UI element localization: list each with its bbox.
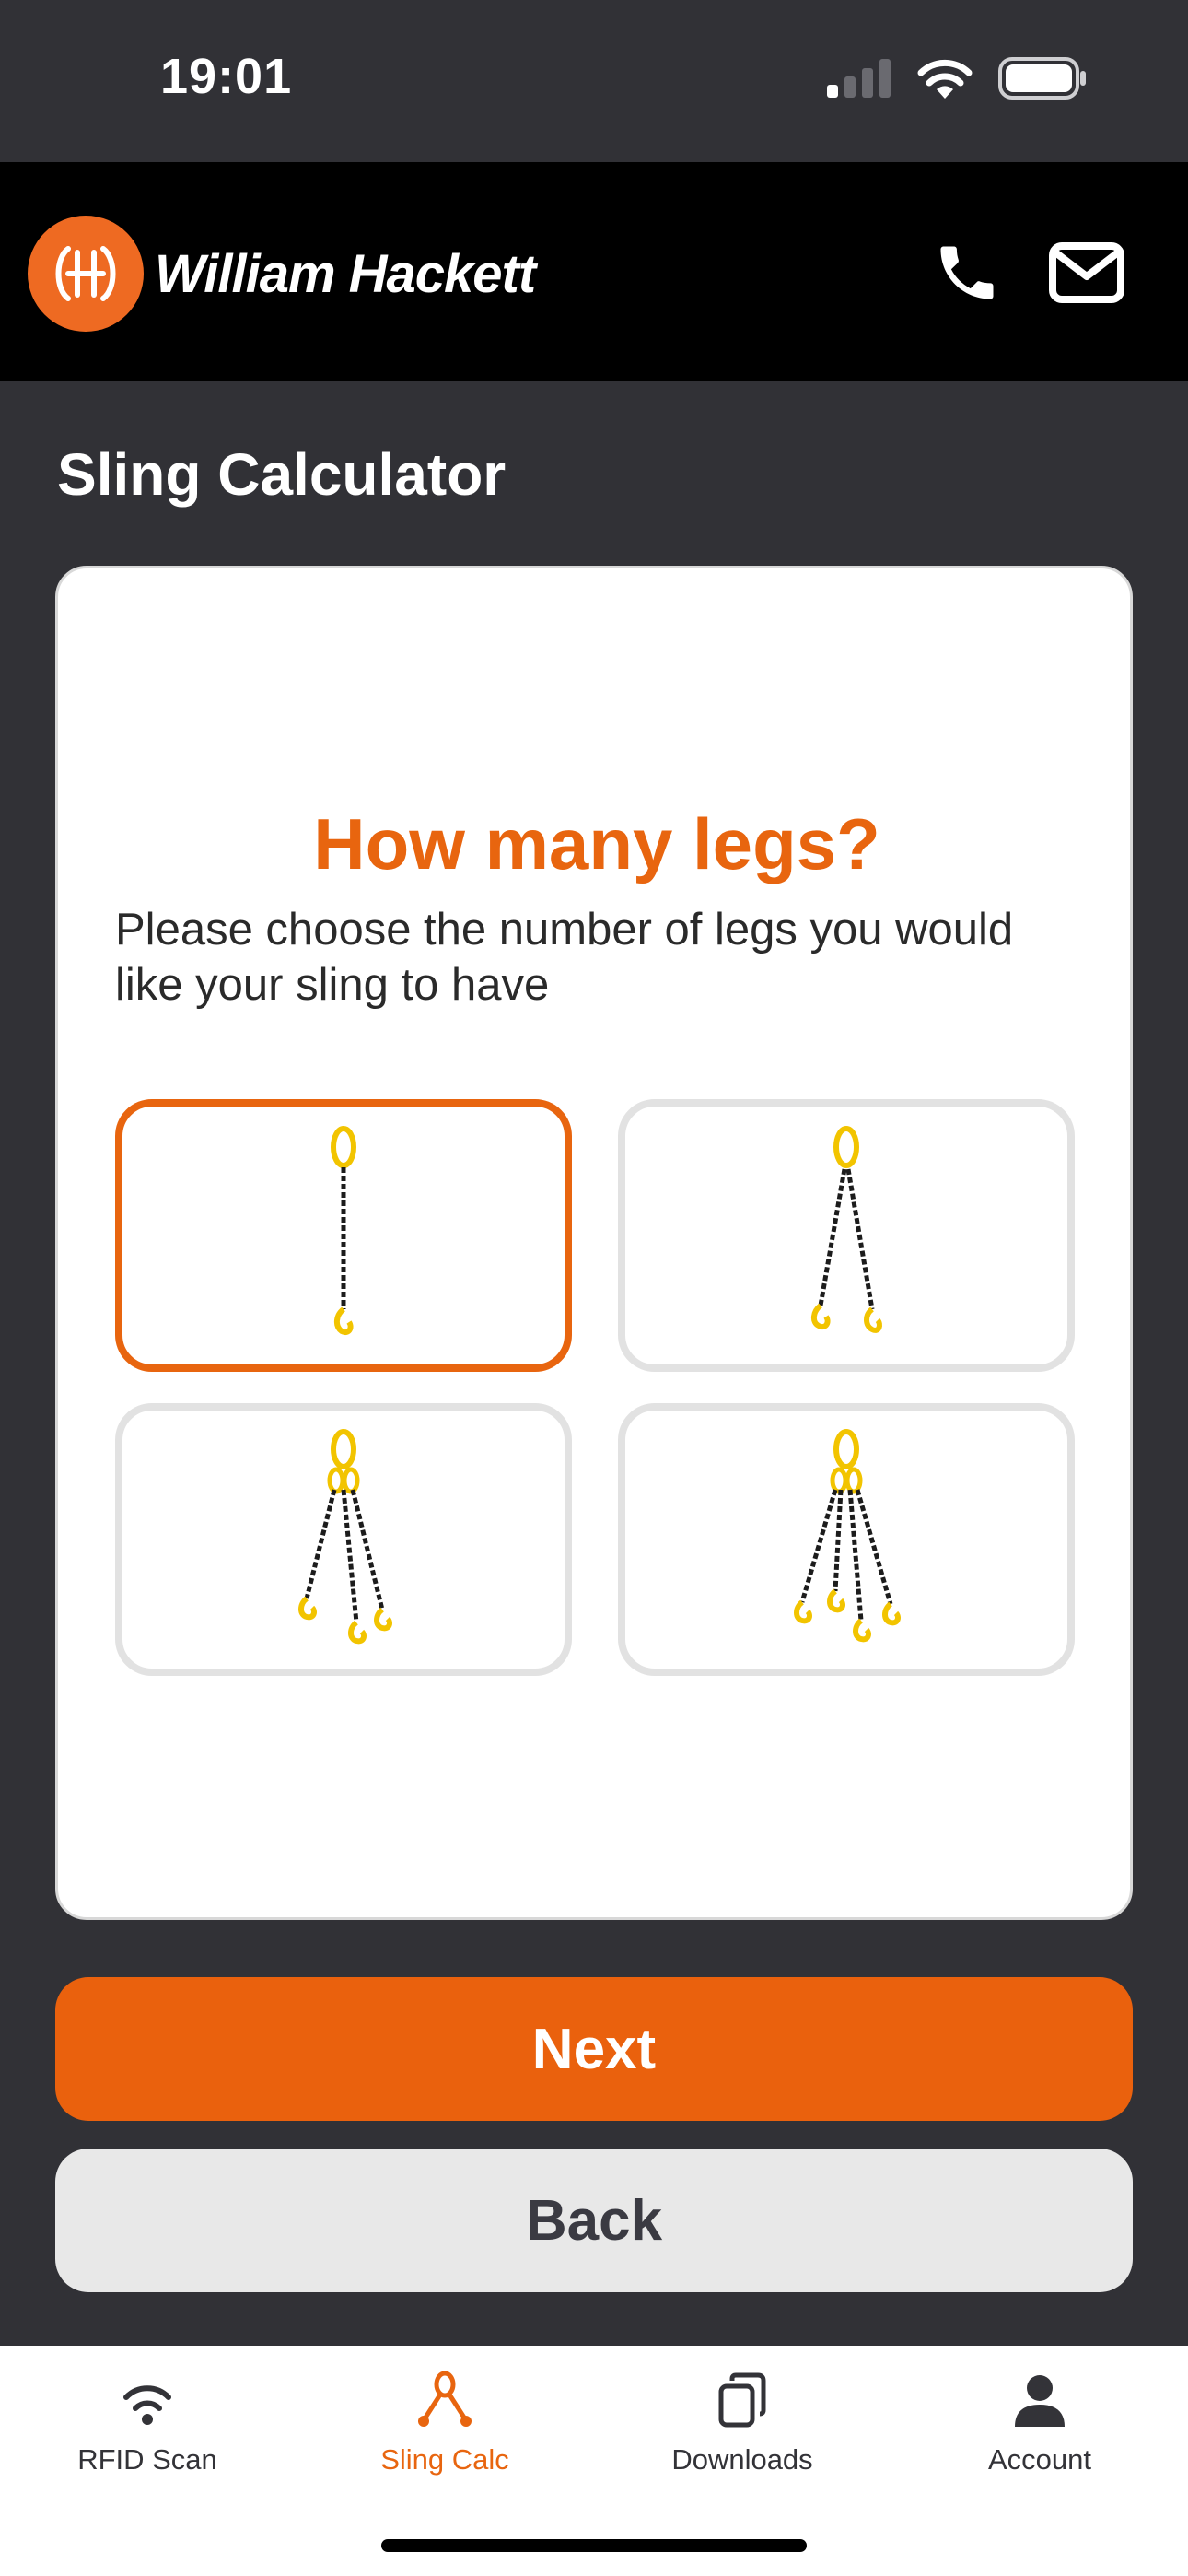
status-bar: 19:01 (0, 0, 1188, 162)
legs-selection-card: How many legs? Please choose the number … (55, 566, 1133, 1920)
tab-sling-calc[interactable]: Sling Calc (325, 2370, 565, 2476)
next-button[interactable]: Next (55, 1977, 1133, 2121)
option-3-legs[interactable] (115, 1403, 572, 1676)
back-button[interactable]: Back (55, 2149, 1133, 2292)
tab-sling-calc-label: Sling Calc (380, 2443, 509, 2476)
signal-icon (827, 59, 891, 98)
status-icons (827, 57, 1087, 100)
option-4-legs[interactable] (618, 1403, 1075, 1676)
tab-downloads[interactable]: Downloads (623, 2370, 862, 2476)
home-indicator[interactable] (381, 2539, 807, 2552)
brand-name: William Hackett (155, 244, 536, 304)
two-leg-sling-icon (811, 1126, 882, 1333)
mail-icon[interactable] (1048, 238, 1125, 308)
rfid-icon (123, 2385, 171, 2425)
sling-icon (418, 2371, 472, 2427)
card-heading: How many legs? (313, 803, 880, 884)
option-2-legs[interactable] (618, 1099, 1075, 1372)
tab-rfid-scan-label: RFID Scan (77, 2443, 217, 2476)
option-1-leg[interactable] (115, 1099, 572, 1372)
account-icon (1015, 2375, 1065, 2427)
brand-logo-icon (28, 216, 144, 332)
wifi-icon (917, 59, 973, 99)
tab-rfid-scan[interactable]: RFID Scan (28, 2370, 267, 2476)
four-leg-sling-icon (794, 1429, 901, 1643)
app-header: William Hackett (0, 162, 1188, 381)
tab-downloads-label: Downloads (671, 2443, 813, 2476)
one-leg-sling-icon (331, 1126, 356, 1335)
phone-icon[interactable] (932, 238, 1002, 308)
page-title: Sling Calculator (57, 441, 507, 508)
three-leg-sling-icon (298, 1429, 392, 1645)
status-time: 19:01 (160, 49, 293, 104)
downloads-icon (718, 2372, 766, 2428)
tab-account[interactable]: Account (920, 2370, 1159, 2476)
card-description: Please choose the number of legs you wou… (115, 905, 1014, 1010)
battery-icon (998, 57, 1086, 100)
tab-account-label: Account (987, 2443, 1091, 2476)
